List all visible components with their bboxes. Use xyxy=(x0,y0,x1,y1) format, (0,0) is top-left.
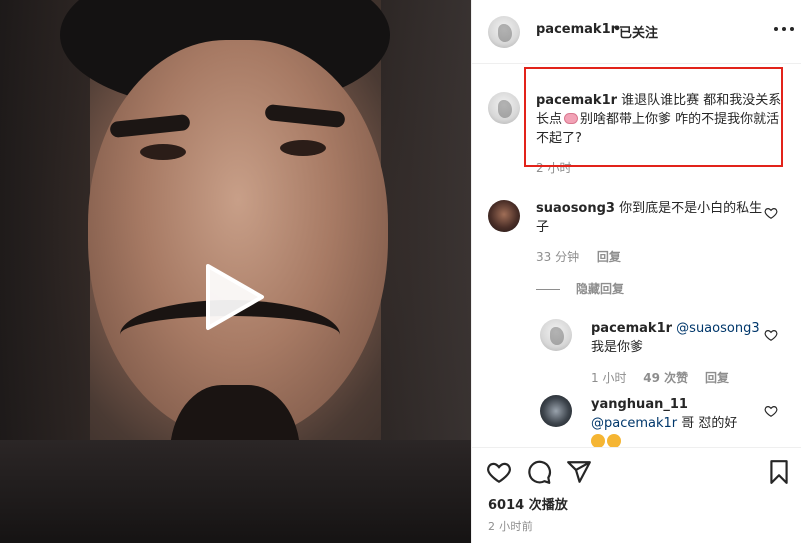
reply-username[interactable]: yanghuan_11 xyxy=(591,397,688,412)
commenter-avatar[interactable] xyxy=(488,200,520,232)
video-subject-eye xyxy=(140,144,186,160)
view-count[interactable]: 6014 次播放 xyxy=(488,494,568,513)
reply-mention[interactable]: @suaosong3 xyxy=(676,321,759,336)
reply: yanghuan_11 @pacemak1r 哥 怼的好 xyxy=(591,395,761,452)
author-username[interactable]: pacemak1r xyxy=(536,22,617,37)
like-heart-icon[interactable] xyxy=(486,459,512,485)
share-icon[interactable] xyxy=(566,459,592,485)
hide-replies-button[interactable]: 隐藏回复 xyxy=(536,280,624,297)
highlight-box xyxy=(524,67,783,167)
reply-button[interactable]: 回复 xyxy=(597,250,621,264)
clap-emoji-icon xyxy=(607,434,621,448)
post-time: 2 小时前 xyxy=(488,520,533,533)
hide-replies-label: 隐藏回复 xyxy=(576,282,625,296)
post-video[interactable] xyxy=(0,0,471,543)
post-header: pacemak1r • 已关注 xyxy=(472,0,801,64)
post-panel: pacemak1r • 已关注 pacemak1r 谁退队谁比赛 都和我没关系 … xyxy=(471,0,801,543)
post-actions: 6014 次播放 2 小时前 xyxy=(472,447,801,543)
reply-username[interactable]: pacemak1r xyxy=(591,321,672,336)
heart-icon[interactable] xyxy=(764,206,778,220)
save-icon[interactable] xyxy=(766,459,792,485)
reply-meta: 1 小时 49 次赞 回复 xyxy=(591,369,742,386)
video-subject-robe xyxy=(0,440,471,543)
reply-text: 哥 怼的好 xyxy=(681,416,738,431)
comment: suaosong3 你到底是不是小白的私生子 xyxy=(536,199,766,237)
follow-status[interactable]: 已关注 xyxy=(619,22,658,41)
reply-text: 我是你爹 xyxy=(591,340,644,355)
video-subject-eye xyxy=(280,140,326,156)
video-subject-face xyxy=(88,40,388,440)
play-icon[interactable] xyxy=(196,262,266,332)
reply-mention[interactable]: @pacemak1r xyxy=(591,416,677,431)
clap-emoji-icon xyxy=(591,434,605,448)
reply-time: 1 小时 xyxy=(591,371,627,385)
more-icon[interactable] xyxy=(774,24,794,34)
caption-avatar[interactable] xyxy=(488,92,520,124)
comment-username[interactable]: suaosong3 xyxy=(536,201,615,216)
reply-button[interactable]: 回复 xyxy=(705,371,729,385)
heart-icon[interactable] xyxy=(764,328,778,342)
comment-time: 33 分钟 xyxy=(536,250,580,264)
reply-likes[interactable]: 49 次赞 xyxy=(643,371,688,385)
divider xyxy=(536,289,560,290)
reply-avatar[interactable] xyxy=(540,395,572,427)
reply: pacemak1r @suaosong3 我是你爹 xyxy=(591,319,761,357)
comment-icon[interactable] xyxy=(526,459,552,485)
reply-avatar[interactable] xyxy=(540,319,572,351)
author-avatar[interactable] xyxy=(488,16,520,48)
comment-meta: 33 分钟 回复 xyxy=(536,248,635,265)
heart-icon[interactable] xyxy=(764,404,778,418)
